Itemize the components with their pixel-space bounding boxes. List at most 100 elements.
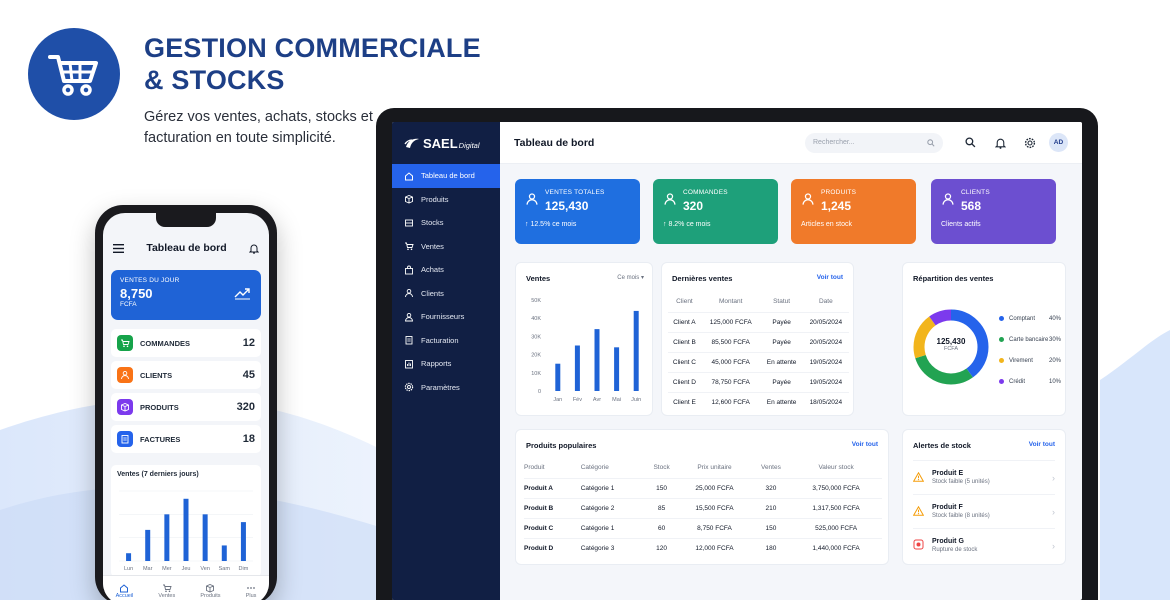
bar-Jeu bbox=[183, 498, 189, 561]
sidebar-item-report[interactable]: Rapports bbox=[392, 352, 500, 376]
legend-dot bbox=[999, 358, 1004, 363]
alert-text: Produit G Rupture de stock bbox=[932, 538, 977, 553]
stock-alert-item[interactable]: Produit F Stock faible (8 unités) › bbox=[912, 494, 1055, 528]
sidebar-item-bag[interactable]: Achats bbox=[392, 258, 500, 282]
alert-product-name: Produit G bbox=[932, 538, 964, 545]
mobile-chart-title: Ventes (7 derniers jours) bbox=[117, 471, 199, 478]
table-row[interactable]: Produit C Catégorie 1 60 8,750 FCFA 150 525,0… bbox=[524, 517, 882, 538]
table-row[interactable]: Client E 12,600 FCFA En attente 18/05/2024 bbox=[668, 391, 849, 412]
sidebar-item-supplier[interactable]: Fournisseurs bbox=[392, 305, 500, 329]
mobile-nav-label: Ventes bbox=[158, 592, 176, 599]
table-row[interactable]: Produit B Catégorie 2 85 15,500 FCFA 210 1,31… bbox=[524, 497, 882, 518]
sidebar-item-invoice[interactable]: Facturation bbox=[392, 329, 500, 353]
search-input[interactable]: Rechercher... bbox=[805, 132, 943, 153]
sidebar-item-cart[interactable]: Ventes bbox=[392, 235, 500, 259]
stock-icon bbox=[405, 219, 413, 227]
table-row[interactable]: Client B 85,500 FCFA Payée 20/05/2024 bbox=[668, 331, 849, 352]
sidebar-item-user[interactable]: Clients bbox=[392, 282, 500, 306]
report-icon bbox=[405, 359, 413, 369]
bar-Ven bbox=[202, 514, 208, 561]
alert-description: Stock faible (8 unités) bbox=[932, 513, 990, 519]
table-row[interactable]: Client A 125,000 FCFA Payée 20/05/2024 bbox=[668, 311, 849, 332]
y-tick-label: 40K bbox=[531, 316, 541, 322]
popular-view-all[interactable]: Voir tout bbox=[852, 441, 878, 448]
avatar[interactable]: AD bbox=[1049, 133, 1068, 152]
recent-sales-view-all[interactable]: Voir tout bbox=[817, 274, 843, 281]
kpi-value: 1,245 bbox=[821, 199, 852, 213]
bar-Mar bbox=[145, 529, 151, 561]
table-row[interactable]: Client D 78,750 FCFA Payée 19/05/2024 bbox=[668, 371, 849, 392]
bell-icon[interactable] bbox=[248, 243, 259, 254]
ventes-bar-chart: 0 10K 20K 30K 40K 50K Jan Fév Avr Mai Juin bbox=[531, 298, 641, 403]
supplier-icon bbox=[404, 312, 414, 322]
bag-icon bbox=[405, 265, 413, 275]
stock-alert-item[interactable]: Produit E Stock faible (5 unités) › bbox=[912, 460, 1055, 494]
kpi-card[interactable]: VENTES TOTALES 125,430 ↑ 12.5% ce mois bbox=[515, 179, 640, 244]
sidebar-item-stock[interactable]: Stocks bbox=[392, 211, 500, 235]
bar-Jan bbox=[555, 363, 561, 391]
sidebar-item-gear[interactable]: Paramètres bbox=[392, 376, 500, 400]
page-title: Tableau de bord bbox=[514, 136, 595, 149]
warning-icon bbox=[912, 503, 925, 521]
sidebar-nav: Tableau de bord Produits Stocks Ventes Achat… bbox=[392, 164, 500, 399]
column-header: Date bbox=[818, 298, 833, 306]
table-cell: 45,000 FCFA bbox=[700, 351, 761, 372]
sidebar-item-box[interactable]: Produits bbox=[392, 188, 500, 212]
bar-Dim bbox=[240, 522, 246, 561]
mobile-stat-produits[interactable]: PRODUITS 320 bbox=[111, 393, 261, 421]
kpi-card[interactable]: CLIENTS 568 Clients actifs bbox=[931, 179, 1056, 244]
settings-button[interactable] bbox=[1015, 137, 1045, 149]
kpi-subtext: Clients actifs bbox=[941, 221, 981, 228]
table-cell: 85 bbox=[645, 497, 678, 518]
mobile-nav-plus[interactable]: Plus bbox=[246, 583, 256, 599]
table-row[interactable]: Client C 45,000 FCFA En attente 19/05/2024 bbox=[668, 351, 849, 372]
kpi-subtext: Articles en stock bbox=[801, 221, 852, 228]
kpi-card[interactable]: PRODUITS 1,245 Articles en stock bbox=[791, 179, 916, 244]
mobile-nav-produits[interactable]: Produits bbox=[200, 583, 221, 599]
chevron-right-icon: › bbox=[1052, 506, 1055, 517]
daily-sales-card[interactable]: VENTES DU JOUR 8,750 FCFA bbox=[111, 270, 261, 320]
logo-text: SAEL bbox=[423, 135, 458, 151]
recent-sales-title: Dernières ventes bbox=[672, 274, 733, 283]
sales-breakdown-card: Répartition des ventes 125,430 FCFA Comp… bbox=[902, 262, 1066, 416]
mobile-stat-factures[interactable]: FACTURES 18 bbox=[111, 425, 261, 453]
app-logo[interactable]: SAEL Digital bbox=[392, 122, 500, 164]
sidebar-item-label: Paramètres bbox=[421, 382, 460, 392]
bell-icon bbox=[994, 138, 1006, 149]
mobile-nav-accueil[interactable]: Accueil bbox=[116, 583, 133, 599]
x-tick-label: Juin bbox=[631, 397, 641, 403]
invoice-icon bbox=[405, 336, 413, 345]
stock-alert-item[interactable]: Produit G Rupture de stock › bbox=[913, 528, 1055, 562]
logo-subtext: Digital bbox=[458, 140, 480, 150]
search-button[interactable] bbox=[955, 137, 985, 148]
menu-icon[interactable] bbox=[113, 243, 124, 253]
laptop-frame: SAEL Digital Tableau de bord Produits Stoc… bbox=[376, 108, 1098, 600]
x-tick-label: Jan bbox=[553, 397, 562, 403]
notifications-button[interactable] bbox=[985, 137, 1015, 149]
user-icon bbox=[117, 367, 133, 383]
donut-center-unit: FCFA bbox=[943, 346, 959, 352]
kpi-card[interactable]: COMMANDES 320 ↑ 8.2% ce mois bbox=[653, 179, 778, 244]
alert-product-name: Produit E bbox=[932, 470, 964, 477]
table-cell: Client C bbox=[668, 351, 701, 372]
recent-sales-card: Dernières ventes Voir tout Client Montant… bbox=[661, 262, 854, 416]
legend-percent: 40% bbox=[1048, 315, 1061, 322]
mobile-stat-value: 18 bbox=[242, 433, 255, 445]
period-select[interactable]: Ce mois ▾ bbox=[617, 274, 644, 281]
error-icon bbox=[913, 537, 924, 555]
legend-name: Crédit bbox=[1009, 378, 1026, 385]
stock-icon bbox=[404, 218, 414, 228]
user-icon bbox=[404, 288, 414, 298]
table-cell: 525,000 FCFA bbox=[790, 517, 882, 538]
table-row[interactable]: Produit D Catégorie 3 120 12,000 FCFA 180 1,4… bbox=[524, 537, 882, 558]
legend-item: Carte bancaire 30% bbox=[999, 329, 1061, 350]
table-cell: En attente bbox=[760, 391, 803, 412]
table-row[interactable]: Produit A Catégorie 1 150 25,000 FCFA 320 3,7… bbox=[524, 477, 882, 498]
mobile-nav-ventes[interactable]: Ventes bbox=[158, 583, 175, 599]
cart-icon bbox=[405, 242, 414, 251]
sidebar-item-home[interactable]: Tableau de bord bbox=[392, 164, 500, 188]
table-cell: 150 bbox=[751, 517, 791, 538]
mobile-stat-commandes[interactable]: COMMANDES 12 bbox=[111, 329, 261, 357]
mobile-stat-clients[interactable]: CLIENTS 45 bbox=[111, 361, 261, 389]
alerts-view-all[interactable]: Voir tout bbox=[1029, 441, 1055, 448]
